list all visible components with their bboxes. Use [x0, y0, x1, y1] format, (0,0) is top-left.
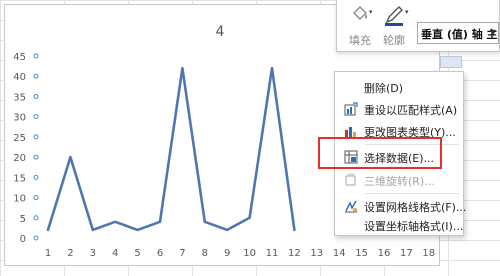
x-tick-label: 7	[179, 248, 185, 259]
y-axis-handle	[33, 195, 39, 201]
menu-item-3d-rotation[interactable]: 三维旋转(R)...	[335, 169, 463, 191]
x-tick-label: 1	[45, 248, 51, 259]
x-tick-label: 6	[157, 248, 163, 259]
y-tick-label: 45	[13, 52, 26, 63]
pen-outline-icon	[383, 4, 405, 26]
highlight-box	[318, 137, 442, 169]
format-mini-toolbar: 填充 ▾ 轮廓 ▾ 垂直 (值) 轴 主要 ▼	[336, 0, 500, 52]
x-tick-label: 14	[333, 248, 346, 259]
fill-label: 填充	[349, 34, 371, 47]
y-tick-label: 30	[13, 113, 26, 124]
x-tick-label: 17	[400, 248, 413, 259]
x-tick-label: 11	[266, 248, 279, 259]
3d-rotation-icon	[344, 173, 358, 187]
x-tick-label: 18	[422, 248, 435, 259]
y-axis-handle	[33, 215, 39, 221]
x-tick-label: 8	[202, 248, 208, 259]
y-axis-handle	[33, 134, 39, 140]
x-tick-label: 5	[134, 248, 140, 259]
gridline-format-icon	[344, 199, 358, 213]
y-tick-label: 35	[13, 92, 26, 103]
y-axis-handle	[33, 114, 39, 120]
outline-dropdown-icon[interactable]: ▾	[405, 8, 409, 16]
menu-item-label: 删除(D)	[364, 82, 404, 95]
menu-item-label: 三维旋转(R)...	[364, 175, 435, 188]
chart-element-select-value: 垂直 (值) 轴 主要	[421, 28, 498, 41]
x-tick-label: 10	[243, 248, 256, 259]
x-tick-label: 2	[67, 248, 73, 259]
y-tick-label: 5	[20, 214, 26, 225]
reset-style-icon	[344, 102, 358, 116]
chart-style-brush-icon[interactable]	[440, 56, 462, 68]
x-tick-label: 9	[224, 248, 230, 259]
y-axis-handle	[33, 174, 39, 180]
y-tick-label: 25	[13, 133, 26, 144]
x-tick-label: 4	[112, 248, 118, 259]
x-tick-label: 12	[288, 248, 301, 259]
paint-bucket-icon	[349, 4, 371, 26]
chevron-down-icon: ▼	[489, 28, 496, 37]
outline-label: 轮廓	[383, 34, 405, 47]
menu-item-delete[interactable]: 删除(D)	[335, 76, 463, 98]
y-tick-label: 0	[20, 234, 26, 245]
menu-item-label: 重设以匹配样式(A)	[364, 104, 458, 117]
menu-item-format-axis[interactable]: 设置坐标轴格式(I)...	[335, 214, 463, 236]
y-tick-label: 40	[13, 72, 26, 83]
x-tick-label: 13	[310, 248, 323, 259]
y-axis-handle	[33, 93, 39, 99]
menu-item-reset-style[interactable]: 重设以匹配样式(A)	[335, 98, 463, 120]
fill-dropdown-icon[interactable]: ▾	[369, 8, 373, 16]
x-tick-label: 16	[378, 248, 391, 259]
y-axis-handle	[33, 73, 39, 79]
x-tick-label: 15	[355, 248, 368, 259]
menu-item-label: 设置坐标轴格式(I)...	[364, 220, 464, 233]
menu-separator	[365, 193, 459, 194]
y-tick-label: 10	[13, 194, 26, 205]
y-tick-label: 20	[13, 153, 26, 164]
menu-item-label: 设置网格线格式(F)...	[364, 201, 467, 214]
x-tick-label: 3	[90, 248, 96, 259]
chart-element-select[interactable]: 垂直 (值) 轴 主要 ▼	[417, 22, 499, 44]
y-axis-handle	[33, 53, 39, 59]
series-line	[46, 66, 296, 232]
y-axis-handle	[33, 154, 39, 160]
y-tick-label: 15	[13, 173, 26, 184]
y-axis-handle	[33, 235, 39, 241]
chart-type-icon	[344, 124, 358, 138]
